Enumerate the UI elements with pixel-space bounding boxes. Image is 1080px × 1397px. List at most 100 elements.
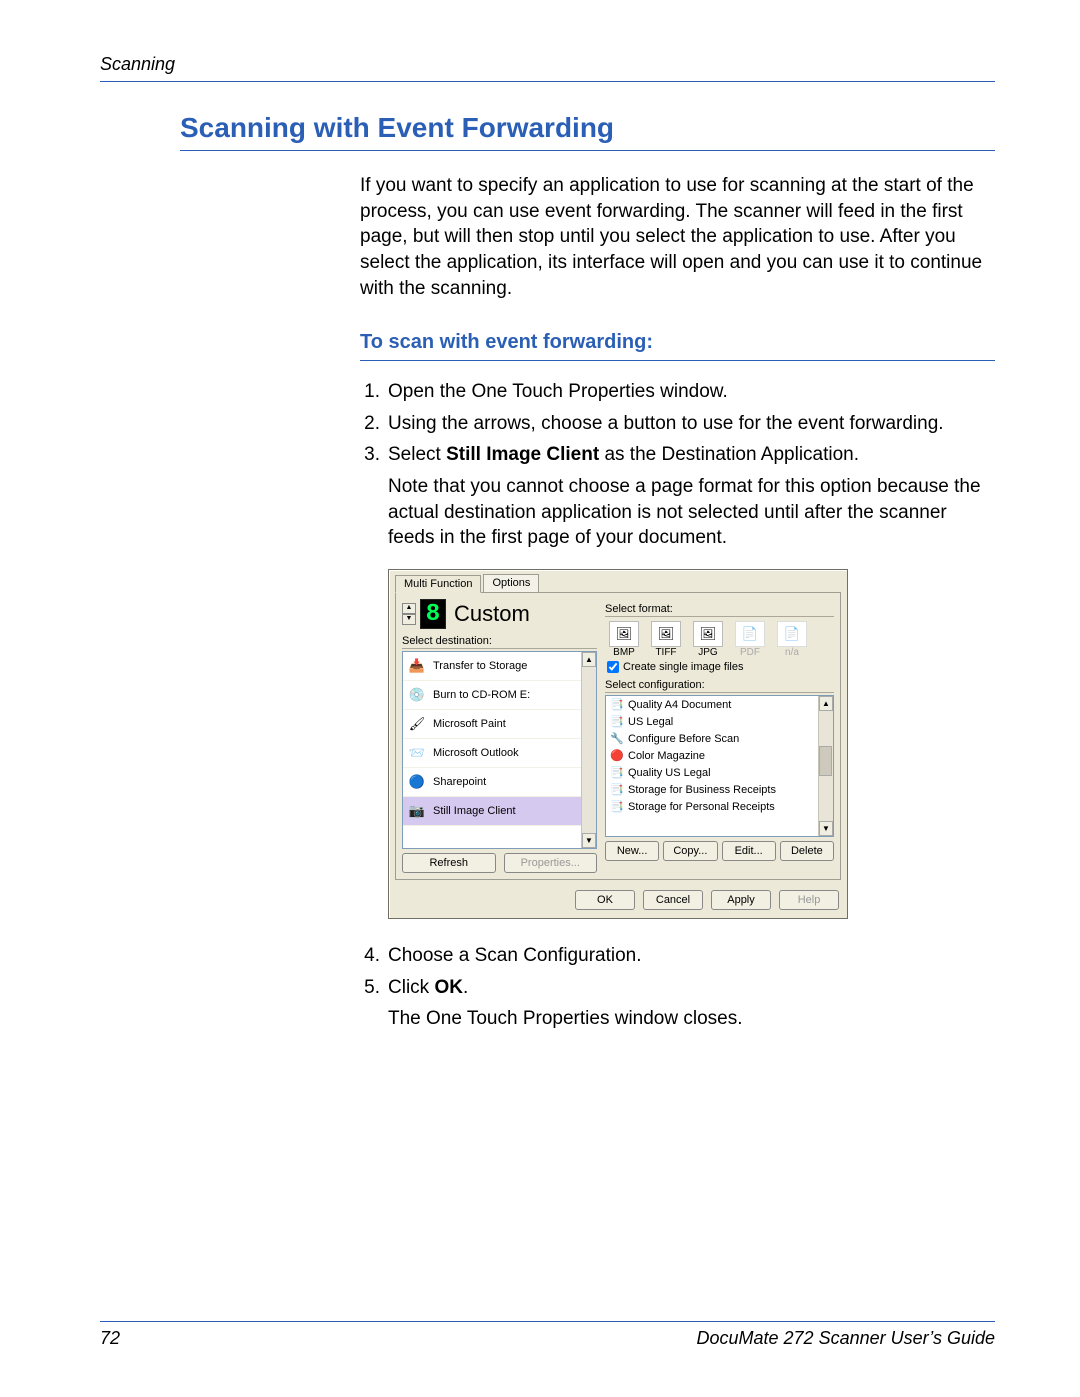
checkbox-label: Create single image files [623, 661, 743, 673]
text-fragment: as the Destination Application. [599, 444, 859, 465]
dest-item-label: Transfer to Storage [433, 660, 527, 672]
cd-icon: 💿 [407, 686, 427, 704]
bold-text: OK [434, 977, 463, 998]
cfg-label: Color Magazine [628, 750, 811, 762]
help-button[interactable]: Help [779, 890, 839, 910]
dest-item-microsoft-paint[interactable]: 🖌 Microsoft Paint [403, 710, 596, 739]
scroll-up-icon[interactable]: ▲ [582, 652, 596, 667]
onetouch-dialog: Multi Function Options ▲ ▼ 8 Custom Sele… [388, 569, 848, 919]
label-select-format: Select format: [605, 603, 834, 617]
properties-button[interactable]: Properties... [504, 853, 598, 873]
tab-options[interactable]: Options [483, 574, 539, 592]
scroll-thumb[interactable] [819, 746, 832, 776]
step-note: Note that you cannot choose a page forma… [388, 474, 995, 551]
intro-paragraph: If you want to specify an application to… [360, 173, 995, 301]
cfg-item[interactable]: 📑 Storage for Business Receipts [606, 781, 833, 798]
format-label: BMP [613, 647, 635, 658]
paint-icon: 🖌 [407, 715, 427, 733]
spin-down-icon[interactable]: ▼ [402, 614, 416, 625]
cfg-label: Quality A4 Document [628, 699, 811, 711]
dest-item-label: Microsoft Paint [433, 718, 506, 730]
na-icon: 📄 [777, 621, 807, 647]
cfg-item[interactable]: 📑 Quality A4 Document 🔒 [606, 696, 833, 713]
step-number: 4. [360, 943, 388, 969]
cfg-item[interactable]: 🔴 Color Magazine 🔒 [606, 747, 833, 764]
format-jpg[interactable]: 🖼 JPG [689, 621, 727, 658]
label-select-configuration: Select configuration: [605, 679, 834, 693]
format-bmp[interactable]: 🖼 BMP [605, 621, 643, 658]
format-list: 🖼 BMP 🖼 TIFF 🖼 JPG 📄 [605, 621, 834, 658]
guide-title: DocuMate 272 Scanner User’s Guide [697, 1328, 996, 1349]
tab-multi-function[interactable]: Multi Function [395, 575, 481, 593]
dest-item-label: Microsoft Outlook [433, 747, 519, 759]
scroll-down-icon[interactable]: ▼ [582, 833, 596, 848]
edit-button[interactable]: Edit... [722, 841, 776, 861]
step-number: 2. [360, 411, 388, 437]
dest-item-label: Sharepoint [433, 776, 486, 788]
step-text: Choose a Scan Configuration. [388, 943, 995, 969]
subheading: To scan with event forwarding: [360, 331, 995, 361]
cfg-item[interactable]: 📑 Storage for Personal Receipts [606, 798, 833, 815]
text-fragment: Select [388, 444, 446, 465]
sharepoint-icon: 🔵 [407, 773, 427, 791]
dest-item-sharepoint[interactable]: 🔵 Sharepoint [403, 768, 596, 797]
tiff-icon: 🖼 [651, 621, 681, 647]
bmp-icon: 🖼 [609, 621, 639, 647]
format-label: n/a [785, 647, 799, 658]
text-fragment: Click [388, 977, 434, 998]
cfg-item[interactable]: 🔧 Configure Before Scan 🔒 [606, 730, 833, 747]
bold-text: Still Image Client [446, 444, 599, 465]
cfg-item[interactable]: 📑 Quality US Legal 🔒 [606, 764, 833, 781]
scroll-up-icon[interactable]: ▲ [819, 696, 833, 711]
cfg-label: Configure Before Scan [628, 733, 811, 745]
destination-list[interactable]: 📥 Transfer to Storage 💿 Burn to CD-ROM E… [402, 651, 597, 849]
step-text: Open the One Touch Properties window. [388, 379, 995, 405]
scroll-down-icon[interactable]: ▼ [819, 821, 833, 836]
apply-button[interactable]: Apply [711, 890, 771, 910]
cfg-item[interactable]: 📑 US Legal 🔒 [606, 713, 833, 730]
step-list-continued: 4. Choose a Scan Configuration. 5. Click… [360, 943, 995, 1000]
color-icon: 🔴 [610, 749, 624, 762]
section-title: Scanning with Event Forwarding [180, 112, 995, 151]
format-label: JPG [698, 647, 717, 658]
dest-item-still-image-client[interactable]: 📷 Still Image Client [403, 797, 596, 826]
scrollbar[interactable]: ▲ ▼ [818, 696, 833, 836]
refresh-button[interactable]: Refresh [402, 853, 496, 873]
text-fragment: . [463, 977, 468, 998]
configuration-list[interactable]: 📑 Quality A4 Document 🔒 📑 US Legal 🔒 🔧 C… [605, 695, 834, 837]
button-name-label: Custom [454, 601, 530, 627]
checkbox-input[interactable] [607, 661, 619, 673]
cfg-label: Quality US Legal [628, 767, 811, 779]
step-number: 1. [360, 379, 388, 405]
step-text: Using the arrows, choose a button to use… [388, 411, 995, 437]
gear-icon: 🔧 [610, 732, 624, 745]
page-icon: 📑 [610, 715, 624, 728]
page-icon: 📑 [610, 766, 624, 779]
new-button[interactable]: New... [605, 841, 659, 861]
page-number: 72 [100, 1328, 120, 1349]
copy-button[interactable]: Copy... [663, 841, 717, 861]
step-result: The One Touch Properties window closes. [388, 1006, 995, 1032]
ok-button[interactable]: OK [575, 890, 635, 910]
delete-button[interactable]: Delete [780, 841, 834, 861]
spin-up-icon[interactable]: ▲ [402, 603, 416, 614]
scrollbar[interactable]: ▲ ▼ [581, 652, 596, 848]
format-na: 📄 n/a [773, 621, 811, 658]
step-list: 1. Open the One Touch Properties window.… [360, 379, 995, 468]
cancel-button[interactable]: Cancel [643, 890, 703, 910]
format-tiff[interactable]: 🖼 TIFF [647, 621, 685, 658]
label-select-destination: Select destination: [402, 635, 597, 649]
create-single-image-checkbox[interactable]: Create single image files [607, 661, 834, 673]
step-text: Select Still Image Client as the Destina… [388, 442, 995, 468]
dest-item-microsoft-outlook[interactable]: 📨 Microsoft Outlook [403, 739, 596, 768]
running-header: Scanning [100, 54, 995, 82]
camera-icon: 📷 [407, 802, 427, 820]
format-label: PDF [740, 647, 760, 658]
storage-icon: 📥 [407, 657, 427, 675]
dest-item-transfer-to-storage[interactable]: 📥 Transfer to Storage [403, 652, 596, 681]
dest-item-burn-to-cd[interactable]: 💿 Burn to CD-ROM E: [403, 681, 596, 710]
button-spinner[interactable]: ▲ ▼ [402, 603, 416, 625]
outlook-icon: 📨 [407, 744, 427, 762]
dest-item-label: Still Image Client [433, 805, 516, 817]
step-number: 5. [360, 975, 388, 1001]
